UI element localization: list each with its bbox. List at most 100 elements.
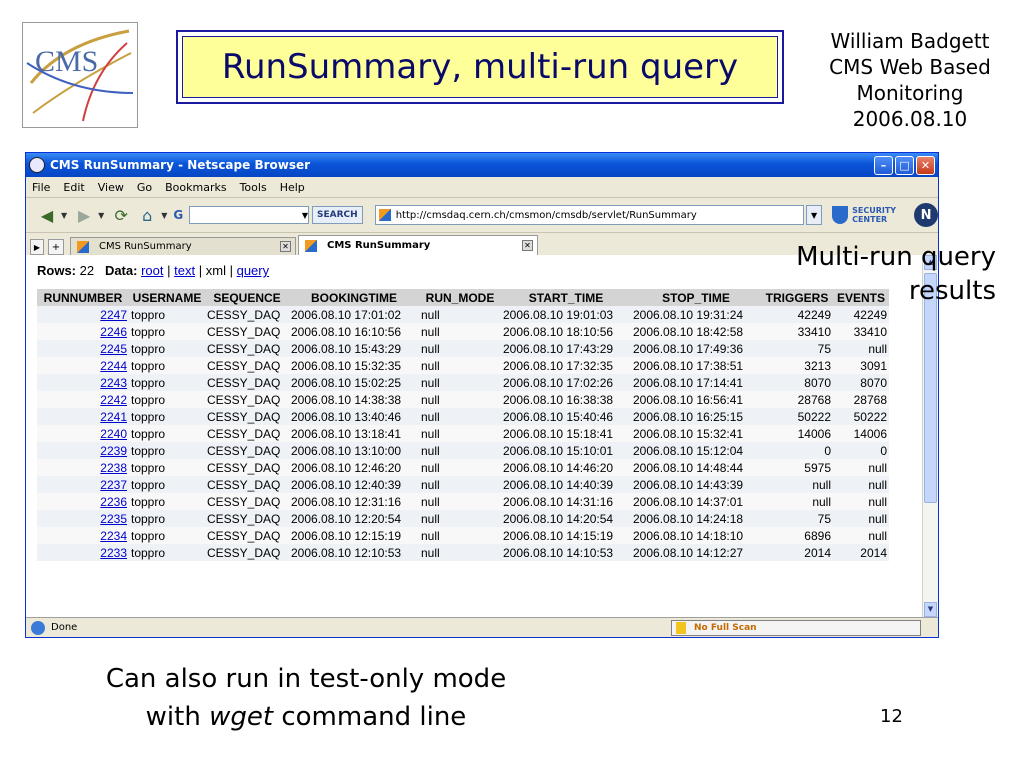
cell-sequence: CESSY_DAQ xyxy=(205,442,289,459)
forward-dropdown-icon[interactable]: ▼ xyxy=(98,211,104,220)
run-number-link[interactable]: 2236 xyxy=(100,495,127,509)
annotation-line: results xyxy=(908,276,996,306)
separator: | xyxy=(198,263,203,278)
tab-close-icon[interactable]: ✕ xyxy=(522,240,533,251)
cell-triggers: 8070 xyxy=(761,374,833,391)
col-start-time[interactable]: START_TIME xyxy=(501,289,631,306)
menu-view[interactable]: View xyxy=(98,181,124,194)
cell-stop-time: 2006.08.10 15:32:41 xyxy=(631,425,761,442)
menu-go[interactable]: Go xyxy=(137,181,152,194)
col-username[interactable]: USERNAME xyxy=(129,289,205,306)
cell-run-mode: null xyxy=(419,459,501,476)
cell-runnumber: 2244 xyxy=(37,357,129,374)
forward-arrow-icon[interactable]: ▶ xyxy=(71,202,97,228)
security-center-button[interactable]: SECURITY CENTER xyxy=(832,206,896,224)
col-run-mode[interactable]: RUN_MODE xyxy=(419,289,501,306)
text-link[interactable]: text xyxy=(174,263,195,278)
col-sequence[interactable]: SEQUENCE xyxy=(205,289,289,306)
cell-bookingtime: 2006.08.10 15:32:35 xyxy=(289,357,419,374)
cell-triggers: 75 xyxy=(761,340,833,357)
new-tab-button[interactable]: + xyxy=(48,239,64,255)
menu-tools[interactable]: Tools xyxy=(240,181,267,194)
run-number-link[interactable]: 2247 xyxy=(100,308,127,322)
cell-runnumber: 2237 xyxy=(37,476,129,493)
netscape-logo-icon[interactable]: N xyxy=(914,203,938,227)
run-number-link[interactable]: 2235 xyxy=(100,512,127,526)
tab-favicon-icon xyxy=(305,239,317,252)
cell-bookingtime: 2006.08.10 12:10:53 xyxy=(289,544,419,561)
close-button[interactable]: ✕ xyxy=(916,155,935,175)
menu-file[interactable]: File xyxy=(32,181,50,194)
search-input[interactable]: ▼ xyxy=(189,206,310,224)
tab-scroll-arrow-icon[interactable]: ▶ xyxy=(30,239,44,255)
run-number-link[interactable]: 2234 xyxy=(100,529,127,543)
run-number-link[interactable]: 2246 xyxy=(100,325,127,339)
run-number-link[interactable]: 2242 xyxy=(100,393,127,407)
shield-icon xyxy=(832,206,849,224)
cell-triggers: 50222 xyxy=(761,408,833,425)
scan-status-panel[interactable]: No Full Scan xyxy=(671,619,921,636)
window-title: CMS RunSummary - Netscape Browser xyxy=(50,158,311,172)
cell-sequence: CESSY_DAQ xyxy=(205,459,289,476)
query-link[interactable]: query xyxy=(237,263,270,278)
search-dropdown-icon[interactable]: ▼ xyxy=(302,211,308,220)
home-icon[interactable]: ⌂ xyxy=(134,202,160,228)
cell-sequence: CESSY_DAQ xyxy=(205,527,289,544)
menu-bookmarks[interactable]: Bookmarks xyxy=(165,181,226,194)
search-engine-icon[interactable]: G xyxy=(173,208,183,222)
run-number-link[interactable]: 2233 xyxy=(100,546,127,560)
tab-label: CMS RunSummary xyxy=(99,241,192,252)
cell-stop-time: 2006.08.10 14:37:01 xyxy=(631,493,761,510)
separator: | xyxy=(167,263,171,278)
table-row: 2243 toppro CESSY_DAQ 2006.08.10 15:02:25 nu… xyxy=(37,374,889,391)
cell-stop-time: 2006.08.10 17:14:41 xyxy=(631,374,761,391)
run-number-link[interactable]: 2241 xyxy=(100,410,127,424)
vertical-scrollbar[interactable]: ▲ ▼ xyxy=(922,255,938,617)
cell-triggers: null xyxy=(761,493,833,510)
menu-edit[interactable]: Edit xyxy=(63,181,84,194)
rows-label: Rows: xyxy=(37,263,76,278)
tab-runsummary-1[interactable]: CMS RunSummary ✕ xyxy=(70,237,296,255)
window-titlebar[interactable]: CMS RunSummary - Netscape Browser – □ ✕ xyxy=(26,153,938,177)
cell-sequence: CESSY_DAQ xyxy=(205,323,289,340)
col-bookingtime[interactable]: BOOKINGTIME xyxy=(289,289,419,306)
back-dropdown-icon[interactable]: ▼ xyxy=(61,211,67,220)
run-number-link[interactable]: 2240 xyxy=(100,427,127,441)
bottom-note-command: wget xyxy=(209,702,274,732)
col-runnumber[interactable]: RUNNUMBER xyxy=(37,289,129,306)
run-number-link[interactable]: 2239 xyxy=(100,444,127,458)
tab-close-icon[interactable]: ✕ xyxy=(280,241,291,252)
bottom-note-prefix: with xyxy=(145,702,210,732)
table-row: 2238 toppro CESSY_DAQ 2006.08.10 12:46:20 nu… xyxy=(37,459,889,476)
menu-help[interactable]: Help xyxy=(280,181,305,194)
run-number-link[interactable]: 2243 xyxy=(100,376,127,390)
cell-bookingtime: 2006.08.10 13:40:46 xyxy=(289,408,419,425)
url-dropdown-icon[interactable]: ▼ xyxy=(806,205,823,225)
cell-start-time: 2006.08.10 16:38:38 xyxy=(501,391,631,408)
cell-start-time: 2006.08.10 15:18:41 xyxy=(501,425,631,442)
home-dropdown-icon[interactable]: ▼ xyxy=(161,211,167,220)
cell-stop-time: 2006.08.10 16:25:15 xyxy=(631,408,761,425)
status-bar: Done No Full Scan xyxy=(26,617,938,637)
table-row: 2236 toppro CESSY_DAQ 2006.08.10 12:31:16 nu… xyxy=(37,493,889,510)
run-number-link[interactable]: 2237 xyxy=(100,478,127,492)
scroll-down-icon[interactable]: ▼ xyxy=(924,602,937,617)
cell-run-mode: null xyxy=(419,510,501,527)
runs-table: RUNNUMBER USERNAME SEQUENCE BOOKINGTIME … xyxy=(37,289,889,561)
maximize-button[interactable]: □ xyxy=(895,155,914,175)
tab-runsummary-2[interactable]: CMS RunSummary ✕ xyxy=(298,235,538,255)
cell-runnumber: 2235 xyxy=(37,510,129,527)
cell-run-mode: null xyxy=(419,493,501,510)
back-arrow-icon[interactable]: ◀ xyxy=(34,202,60,228)
run-number-link[interactable]: 2244 xyxy=(100,359,127,373)
run-number-link[interactable]: 2238 xyxy=(100,461,127,475)
root-link[interactable]: root xyxy=(141,263,163,278)
url-bar[interactable]: http://cmsdaq.cern.ch/cmsmon/cmsdb/servl… xyxy=(374,205,805,225)
search-button[interactable]: SEARCH xyxy=(312,206,363,224)
minimize-button[interactable]: – xyxy=(874,155,893,175)
reload-icon[interactable]: ⟳ xyxy=(108,202,134,228)
run-number-link[interactable]: 2245 xyxy=(100,342,127,356)
cell-runnumber: 2247 xyxy=(37,306,129,323)
cell-start-time: 2006.08.10 14:10:53 xyxy=(501,544,631,561)
table-row: 2246 toppro CESSY_DAQ 2006.08.10 16:10:56 nu… xyxy=(37,323,889,340)
